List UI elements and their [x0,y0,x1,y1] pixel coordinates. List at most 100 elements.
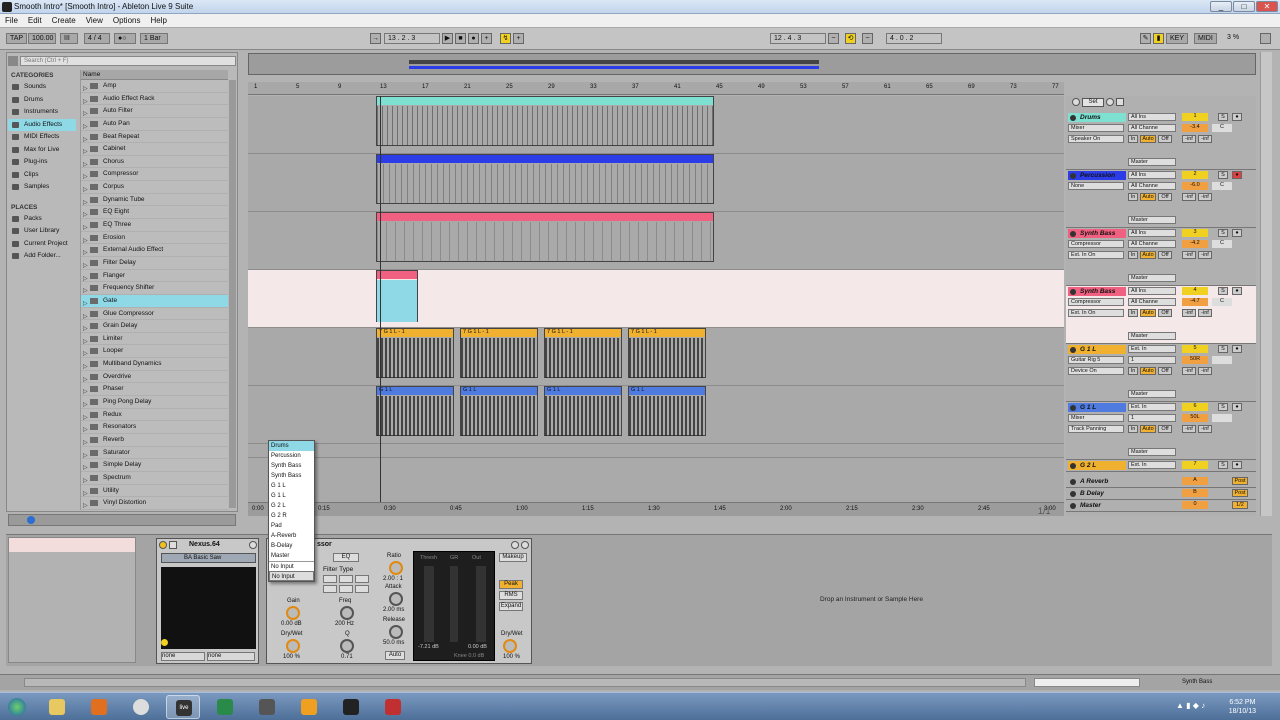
taskbar-app3[interactable] [124,695,158,719]
volume-field[interactable]: -6.0 [1182,182,1208,190]
taskbar-app5[interactable] [208,695,242,719]
category-midi-effects[interactable]: MIDI Effects [8,131,76,144]
fold-icon[interactable] [1070,115,1076,121]
release-knob[interactable] [389,625,403,639]
arrangement-track[interactable]: 7 G 1 L - 1 7 G 1 L - 1 7 G 1 L - 1 7 G 1 L… [248,328,1064,386]
punch-in-icon[interactable]: ~ [828,33,839,44]
quantize-menu[interactable]: 1 Bar [140,33,168,44]
preset-selector[interactable]: BA Basic Saw [161,553,256,563]
browser-item[interactable]: ▷ Utility [81,485,228,498]
percussion-clip[interactable] [376,154,714,204]
master-select[interactable]: Master [1128,216,1176,224]
post-button[interactable]: 1/2 [1232,501,1248,509]
record-icon[interactable]: ● [468,33,479,44]
arm-button[interactable]: ● [1232,229,1242,237]
expand-arrow-icon[interactable]: ▷ [83,500,88,512]
monitor-off-button[interactable]: Off [1158,309,1172,317]
track-name[interactable]: G 1 L [1068,403,1126,412]
return-number[interactable]: 0 [1182,501,1208,509]
input-type-select[interactable]: All Ins [1128,287,1176,295]
name-column-header[interactable]: Name [81,70,228,80]
fold-icon[interactable] [1070,491,1076,497]
arrangement-track[interactable] [248,270,1064,328]
dropdown-item[interactable]: Drums [269,441,314,451]
taskbar-media[interactable] [82,695,116,719]
taskbar-app7[interactable] [292,695,326,719]
guitar-clip[interactable]: 7 G 1 L - 1 [460,328,538,378]
monitor-off-button[interactable]: Off [1158,425,1172,433]
browser-item[interactable]: ▷ Ping Pong Delay [81,396,228,409]
browser-search-input[interactable]: Search (Ctrl + F) [20,56,236,66]
monitor-in-button[interactable]: In [1128,309,1138,317]
browser-item[interactable]: ▷ Corpus [81,181,228,194]
input-channel-select[interactable]: All Channe [1128,298,1176,306]
track-name[interactable]: G 1 L [1068,345,1126,354]
browser-item[interactable]: ▷ Grain Delay [81,320,228,333]
pan-field[interactable]: C [1212,124,1232,132]
place-user-library[interactable]: User Library [8,225,76,238]
taskbar-app8[interactable] [334,695,368,719]
solo-button[interactable]: S [1218,113,1228,121]
track-name[interactable]: Drums [1068,113,1126,122]
input-type-select[interactable]: All Ins [1128,229,1176,237]
rms-button[interactable]: RMS [499,591,523,600]
monitor-off-button[interactable]: Off [1158,193,1172,201]
master-select[interactable]: Master [1128,158,1176,166]
browser-item[interactable]: ▷ Simple Delay [81,459,228,472]
dropdown-item[interactable]: G 2 L [269,501,314,511]
monitor-off-button[interactable]: Off [1158,135,1172,143]
category-clips[interactable]: Clips [8,169,76,182]
input-type-select[interactable]: Ext. In [1128,403,1176,411]
browser-item[interactable]: ▷ Reverb [81,434,228,447]
play-icon[interactable]: ▶ [442,33,453,44]
volume-field[interactable]: -3.4 [1182,124,1208,132]
arm-button[interactable]: ● [1232,113,1242,121]
category-instruments[interactable]: Instruments [8,106,76,119]
post-button[interactable]: Post [1232,489,1248,497]
monitor-off-button[interactable]: Off [1158,251,1172,259]
stop-icon[interactable]: ■ [455,33,466,44]
macro-select-2[interactable]: none [207,652,255,661]
dropdown-item[interactable]: Percussion [269,451,314,461]
track-name[interactable]: G 2 L [1068,461,1126,470]
taskbar-live[interactable]: live [166,695,200,719]
track-number[interactable]: 3 [1182,229,1208,237]
category-audio-effects[interactable]: Audio Effects [8,118,76,131]
maximize-button[interactable]: □ [1233,1,1255,12]
browser-item[interactable]: ▷ Redux [81,409,228,422]
song-position[interactable]: 13 . 2 . 3 [384,33,440,44]
track-number[interactable]: 6 [1182,403,1208,411]
arm-button[interactable]: ● [1232,171,1242,179]
time-ruler[interactable]: 0:00 0:15 0:30 0:45 1:00 1:15 1:30 1:45 2:00 2:15… [248,502,1064,516]
filter-shelf-icon[interactable] [323,585,337,593]
browser-item[interactable]: ▷ Dynamic Tube [81,194,228,207]
volume-field[interactable]: -4.7 [1182,298,1208,306]
menu-view[interactable]: View [81,14,108,27]
back-to-arrangement-icon[interactable]: + [513,33,524,44]
guitar-clip[interactable]: 7 G 1 L - 1 [544,328,622,378]
device-on-icon[interactable] [159,541,167,549]
browser-item[interactable]: ▷ Frequency Shifter [81,282,228,295]
solo-button[interactable]: S [1218,461,1228,469]
solo-button[interactable]: S [1218,229,1228,237]
pan-field[interactable] [1212,414,1232,422]
taskbar-app6[interactable] [250,695,284,719]
monitor-in-button[interactable]: In [1128,251,1138,259]
fold-icon[interactable] [1070,463,1076,469]
monitor-select[interactable]: Device On [1068,367,1124,375]
track-name[interactable]: Percussion [1068,171,1126,180]
monitor-auto-button[interactable]: Auto [1140,251,1156,259]
input-channel-select[interactable]: 1 [1128,356,1176,364]
solo-button[interactable]: S [1218,287,1228,295]
tempo-field[interactable]: 100.00 [28,33,56,44]
arrangement-track[interactable] [248,96,1064,154]
browser-item[interactable]: ▷ Limiter [81,333,228,346]
browser-toggle-icon[interactable] [8,56,18,66]
dropdown-item[interactable]: Pad [269,521,314,531]
return-name[interactable]: Master [1068,501,1126,510]
guitar-clip[interactable]: 7 G 1 L - 1 [376,328,454,378]
drywet-knob[interactable] [286,639,300,653]
macro-select-1[interactable]: none [161,652,205,661]
browser-item[interactable]: ▷ Cabinet [81,143,228,156]
follow-icon[interactable]: → [370,33,381,44]
